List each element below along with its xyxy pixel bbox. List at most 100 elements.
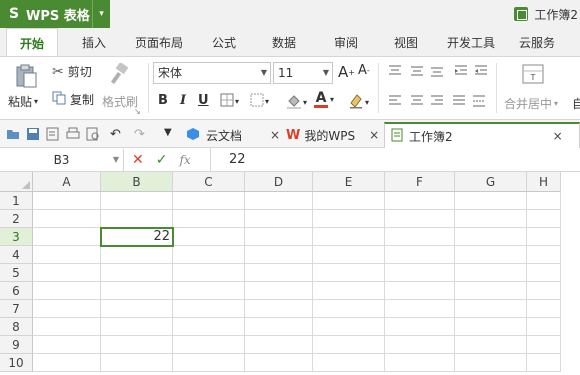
app-menu-button[interactable]: S WPS 表格 ▾ (0, 0, 110, 28)
cell-h5[interactable] (527, 264, 561, 282)
cell-e10[interactable] (313, 354, 385, 372)
cell-f3[interactable] (385, 228, 455, 246)
font-name-select[interactable]: 宋体 ▼ (153, 62, 271, 84)
cell-g10[interactable] (455, 354, 527, 372)
align-bottom-icon[interactable] (430, 65, 444, 77)
cell-b8[interactable] (101, 318, 173, 336)
cell-c10[interactable] (173, 354, 245, 372)
cell-f4[interactable] (385, 246, 455, 264)
column-header-g[interactable]: G (455, 172, 527, 192)
cell-a8[interactable] (33, 318, 101, 336)
cell-b6[interactable] (101, 282, 173, 300)
merge-center-icon[interactable]: T (522, 63, 544, 85)
merge-center-button[interactable]: 合并居中 ▾ (504, 95, 558, 112)
cell-f6[interactable] (385, 282, 455, 300)
cell-a3[interactable] (33, 228, 101, 246)
format-painter-button[interactable]: 格式刷 (102, 93, 138, 110)
undo-icon[interactable]: ↶ (110, 127, 124, 142)
menu-tab-page-layout[interactable]: 页面布局 (128, 28, 190, 56)
cell-g4[interactable] (455, 246, 527, 264)
print-icon[interactable] (66, 127, 80, 141)
clipboard-launcher-icon[interactable]: ↘ (134, 107, 141, 116)
cell-b10[interactable] (101, 354, 173, 372)
cell-b4[interactable] (101, 246, 173, 264)
cell-h4[interactable] (527, 246, 561, 264)
cell-c3[interactable] (173, 228, 245, 246)
doc-tab-cloud-docs[interactable]: 云文档 × (186, 122, 282, 148)
merge-style-button[interactable]: ▾ (250, 93, 269, 110)
app-menu-caret-icon[interactable]: ▾ (92, 0, 110, 28)
cell-e4[interactable] (313, 246, 385, 264)
menu-tab-review[interactable]: 审阅 (326, 28, 366, 56)
cell-c5[interactable] (173, 264, 245, 282)
cut-button[interactable]: ✂ 剪切 (52, 63, 92, 80)
cell-d5[interactable] (245, 264, 313, 282)
save-as-icon[interactable] (46, 127, 60, 141)
cell-h7[interactable] (527, 300, 561, 318)
menu-tab-data[interactable]: 数据 (264, 28, 304, 56)
cell-d1[interactable] (245, 192, 313, 210)
cell-f10[interactable] (385, 354, 455, 372)
row-header-2[interactable]: 2 (0, 210, 33, 228)
auto-wrap-button[interactable]: 自 (572, 95, 580, 112)
cell-h3[interactable] (527, 228, 561, 246)
cell-e9[interactable] (313, 336, 385, 354)
cell-d2[interactable] (245, 210, 313, 228)
cell-c4[interactable] (173, 246, 245, 264)
copy-button[interactable]: 复制 (52, 91, 94, 108)
open-folder-icon[interactable] (6, 127, 20, 141)
cell-f1[interactable] (385, 192, 455, 210)
align-center-icon[interactable] (410, 95, 424, 107)
formula-input[interactable]: 22 (210, 148, 580, 172)
doc-tab-my-wps[interactable]: W 我的WPS × (286, 122, 382, 148)
cell-e8[interactable] (313, 318, 385, 336)
cell-b5[interactable] (101, 264, 173, 282)
cell-d6[interactable] (245, 282, 313, 300)
cell-a4[interactable] (33, 246, 101, 264)
align-top-icon[interactable] (388, 65, 402, 77)
indent-decrease-icon[interactable] (454, 65, 468, 77)
font-color-button[interactable]: A ▾ (314, 91, 334, 108)
cell-g1[interactable] (455, 192, 527, 210)
column-header-f[interactable]: F (385, 172, 455, 192)
close-icon[interactable]: × (270, 128, 280, 142)
cell-f2[interactable] (385, 210, 455, 228)
align-right-icon[interactable] (430, 95, 444, 107)
increase-font-icon[interactable]: A + (338, 63, 355, 81)
save-icon[interactable] (26, 127, 40, 141)
column-header-c[interactable]: C (173, 172, 245, 192)
name-box[interactable]: B3 ▼ (0, 149, 124, 171)
chevron-down-icon[interactable]: ▼ (113, 149, 119, 171)
cell-g2[interactable] (455, 210, 527, 228)
column-header-e[interactable]: E (313, 172, 385, 192)
cell-c1[interactable] (173, 192, 245, 210)
cell-a9[interactable] (33, 336, 101, 354)
cell-h1[interactable] (527, 192, 561, 210)
paste-button[interactable]: 粘贴 ▾ (8, 93, 38, 110)
align-left-icon[interactable] (388, 95, 402, 107)
justify-icon[interactable] (452, 95, 466, 107)
menu-tab-cloud-service[interactable]: 云服务 (512, 28, 562, 56)
cell-e5[interactable] (313, 264, 385, 282)
cell-a5[interactable] (33, 264, 101, 282)
cell-a6[interactable] (33, 282, 101, 300)
cell-b3[interactable]: 22 (100, 227, 174, 247)
cell-d4[interactable] (245, 246, 313, 264)
cell-b1[interactable] (101, 192, 173, 210)
cell-h9[interactable] (527, 336, 561, 354)
row-header-5[interactable]: 5 (0, 264, 33, 282)
cell-g9[interactable] (455, 336, 527, 354)
cell-c2[interactable] (173, 210, 245, 228)
row-header-6[interactable]: 6 (0, 282, 33, 300)
redo-icon[interactable]: ↷ (134, 127, 148, 142)
cell-e7[interactable] (313, 300, 385, 318)
doc-tab-workbook2[interactable]: 工作簿2 × (384, 122, 580, 148)
cell-d7[interactable] (245, 300, 313, 318)
cell-d9[interactable] (245, 336, 313, 354)
cell-e1[interactable] (313, 192, 385, 210)
fill-color-button[interactable]: ▾ (286, 93, 307, 112)
cell-f8[interactable] (385, 318, 455, 336)
cell-h6[interactable] (527, 282, 561, 300)
cell-d3[interactable] (245, 228, 313, 246)
cell-g6[interactable] (455, 282, 527, 300)
